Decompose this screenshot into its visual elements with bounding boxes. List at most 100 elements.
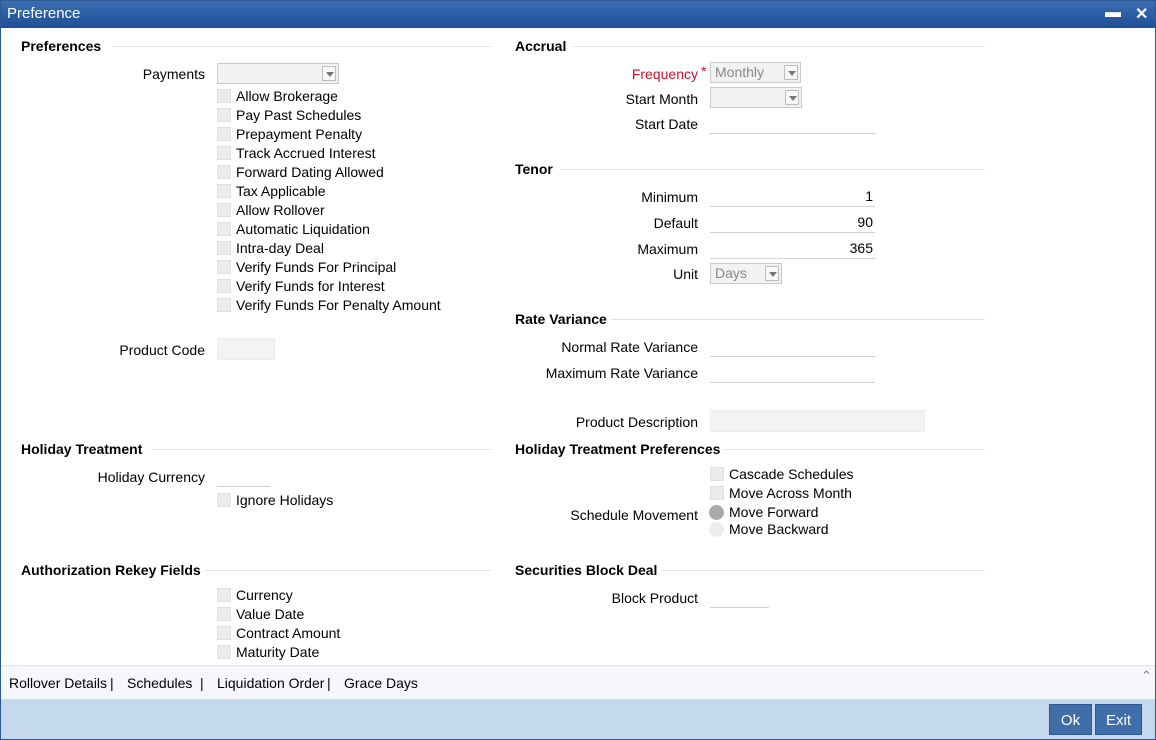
ignore-holidays-checkbox[interactable] xyxy=(217,493,231,507)
chevron-down-icon[interactable] xyxy=(785,90,799,105)
preference-checkbox[interactable] xyxy=(217,89,231,103)
rekey-field-label: Maturity Date xyxy=(236,644,320,660)
maximum-rate-variance-input[interactable] xyxy=(710,361,875,383)
product-description-label: Product Description xyxy=(575,414,698,430)
chevron-down-icon[interactable] xyxy=(322,66,336,81)
tenor-default-label: Default xyxy=(653,215,698,231)
section-divider xyxy=(661,570,985,571)
holiday-currency-input[interactable] xyxy=(217,465,270,487)
tab-grace-days[interactable]: Grace Days xyxy=(344,675,418,691)
holiday-treatment-preferences-heading: Holiday Treatment Preferences xyxy=(515,441,721,457)
section-divider xyxy=(573,46,985,47)
preference-label: Prepayment Penalty xyxy=(236,126,363,142)
start-date-input[interactable] xyxy=(710,112,875,134)
preference-checkbox[interactable] xyxy=(217,260,231,274)
product-code-field xyxy=(217,338,275,360)
section-divider xyxy=(113,46,491,47)
tenor-minimum-input[interactable]: 1 xyxy=(710,185,875,207)
chevron-down-icon[interactable] xyxy=(765,266,779,281)
preference-checkbox[interactable] xyxy=(217,165,231,179)
tab-rollover-details[interactable]: Rollover Details xyxy=(9,675,107,691)
required-marker: * xyxy=(701,63,707,79)
tenor-unit-select[interactable]: Days xyxy=(710,263,782,284)
tenor-heading: Tenor xyxy=(515,161,553,177)
footer-bar: Ok Exit xyxy=(1,699,1155,739)
block-product-label: Block Product xyxy=(611,590,698,606)
frequency-select[interactable]: Monthly xyxy=(710,62,801,83)
close-icon[interactable]: ✕ xyxy=(1135,4,1148,24)
tab-bar: Rollover Details | Schedules | Liquidati… xyxy=(1,665,1155,699)
schedule-movement-label: Schedule Movement xyxy=(570,507,698,523)
preference-checkbox[interactable] xyxy=(217,222,231,236)
preference-label: Automatic Liquidation xyxy=(236,221,370,237)
chevron-down-icon[interactable] xyxy=(784,65,798,80)
preference-label: Verify Funds For Penalty Amount xyxy=(236,297,441,313)
section-divider xyxy=(151,449,491,450)
preference-label: Verify Funds For Principal xyxy=(236,259,397,275)
title-bar[interactable]: Preference ▬ ✕ xyxy=(1,1,1155,28)
rekey-field-label: Currency xyxy=(236,587,293,603)
product-description-field xyxy=(710,410,925,432)
tenor-default-input[interactable]: 90 xyxy=(710,211,875,233)
tab-separator: | xyxy=(110,675,114,691)
preference-label: Allow Brokerage xyxy=(236,88,338,104)
tenor-minimum-label: Minimum xyxy=(641,189,698,205)
tenor-unit-value: Days xyxy=(715,265,747,281)
payments-label: Payments xyxy=(142,66,205,82)
block-product-input[interactable] xyxy=(710,586,769,608)
preference-checkbox[interactable] xyxy=(217,279,231,293)
preferences-heading: Preferences xyxy=(21,38,102,54)
ignore-holidays-label: Ignore Holidays xyxy=(236,492,334,508)
section-divider xyxy=(723,449,985,450)
rekey-field-checkbox[interactable] xyxy=(217,588,231,602)
chevron-up-icon[interactable]: ⌃ xyxy=(1141,668,1152,684)
preference-window: Preference ▬ ✕ Preferences Payments Allo… xyxy=(0,0,1156,740)
accrual-heading: Accrual xyxy=(515,38,567,54)
preference-checkbox[interactable] xyxy=(217,298,231,312)
preference-checkbox[interactable] xyxy=(217,146,231,160)
minimize-icon[interactable]: ▬ xyxy=(1105,4,1121,22)
preference-label: Allow Rollover xyxy=(236,202,325,218)
rekey-field-label: Contract Amount xyxy=(236,625,341,641)
section-divider xyxy=(611,319,985,320)
preference-checkbox[interactable] xyxy=(217,184,231,198)
section-divider xyxy=(561,169,985,170)
preference-label: Track Accrued Interest xyxy=(236,145,376,161)
tab-separator: | xyxy=(200,675,204,691)
tab-schedules[interactable]: Schedules xyxy=(127,675,192,691)
preference-checkbox[interactable] xyxy=(217,241,231,255)
ok-button[interactable]: Ok xyxy=(1049,704,1092,735)
tenor-maximum-input[interactable]: 365 xyxy=(710,237,875,259)
normal-rate-variance-input[interactable] xyxy=(710,335,875,357)
preference-label: Forward Dating Allowed xyxy=(236,164,384,180)
rekey-field-checkbox[interactable] xyxy=(217,645,231,659)
tenor-unit-label: Unit xyxy=(673,266,698,282)
product-code-label: Product Code xyxy=(119,342,205,358)
frequency-value: Monthly xyxy=(715,64,765,80)
tab-separator: | xyxy=(327,675,331,691)
tab-liquidation-order[interactable]: Liquidation Order xyxy=(217,675,324,691)
move-backward-radio[interactable] xyxy=(709,522,724,537)
preference-label: Verify Funds for Interest xyxy=(236,278,385,294)
rekey-field-checkbox[interactable] xyxy=(217,607,231,621)
move-forward-radio[interactable] xyxy=(709,505,724,520)
rekey-field-checkbox[interactable] xyxy=(217,626,231,640)
move-backward-label: Move Backward xyxy=(729,521,829,537)
start-month-select[interactable] xyxy=(710,87,802,108)
payments-select[interactable] xyxy=(217,63,339,84)
holiday-currency-label: Holiday Currency xyxy=(97,469,205,485)
cascade-schedules-checkbox[interactable] xyxy=(710,467,724,481)
start-month-label: Start Month xyxy=(625,91,698,107)
move-across-month-label: Move Across Month xyxy=(729,485,852,501)
cascade-schedules-label: Cascade Schedules xyxy=(729,466,854,482)
move-across-month-checkbox[interactable] xyxy=(710,486,724,500)
section-divider xyxy=(205,570,491,571)
exit-button[interactable]: Exit xyxy=(1095,704,1142,735)
rate-variance-heading: Rate Variance xyxy=(515,311,607,327)
preference-checkbox[interactable] xyxy=(217,127,231,141)
window-title: Preference xyxy=(7,5,81,22)
preference-checkbox[interactable] xyxy=(217,203,231,217)
securities-block-deal-heading: Securities Block Deal xyxy=(515,562,658,578)
preference-checkbox[interactable] xyxy=(217,108,231,122)
holiday-treatment-heading: Holiday Treatment xyxy=(21,441,143,457)
